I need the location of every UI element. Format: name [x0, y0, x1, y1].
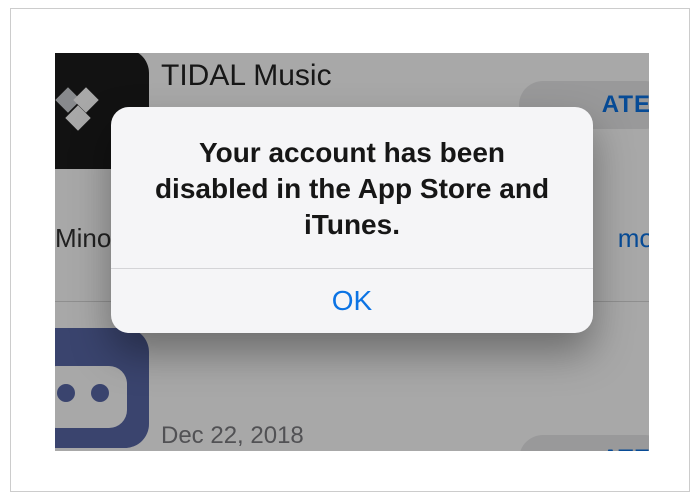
document-frame: TIDAL Music ATE Mino more Dec 22, 2018 A… — [10, 8, 690, 492]
screenshot-viewport: TIDAL Music ATE Mino more Dec 22, 2018 A… — [55, 53, 649, 451]
alert-body: Your account has been disabled in the Ap… — [111, 107, 593, 268]
system-alert: Your account has been disabled in the Ap… — [111, 107, 593, 333]
ok-button[interactable]: OK — [111, 269, 593, 333]
alert-message: Your account has been disabled in the Ap… — [139, 135, 565, 242]
